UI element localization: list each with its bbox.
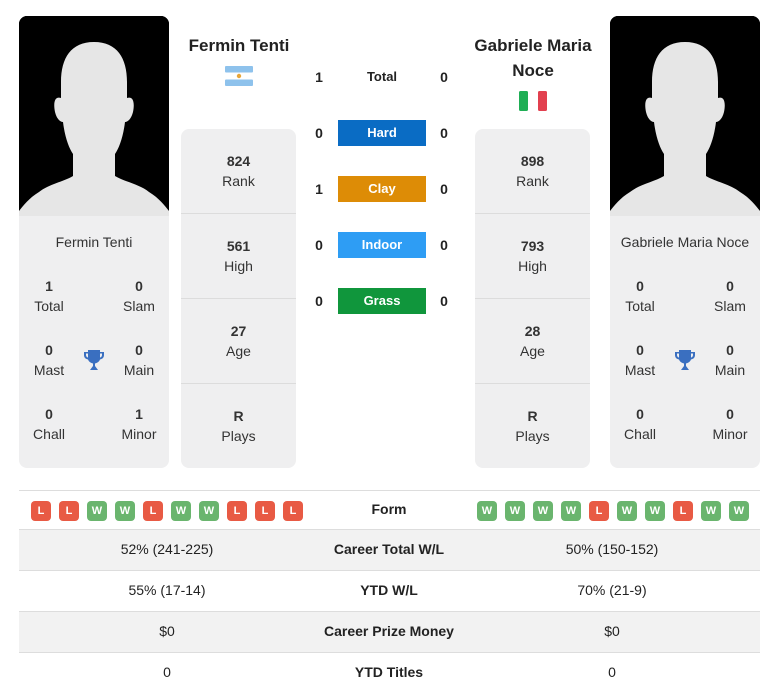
form-badge-loss: L xyxy=(255,501,275,521)
player1-stats-box: 824 Rank 561 High 27 Age R Plays xyxy=(181,129,296,468)
form-badge-win: W xyxy=(561,501,581,521)
p2-value: 50% (150-152) xyxy=(565,541,659,557)
h2h-total-row: 1 Total 0 xyxy=(305,64,460,92)
h2h-grass-p2: 0 xyxy=(440,293,448,309)
h2h-clay-p2: 0 xyxy=(440,181,448,197)
player2-age: 28 Age xyxy=(475,299,590,384)
p2-value: 70% (21-9) xyxy=(577,582,647,598)
player2-titles-slam: 0 Slam xyxy=(714,278,746,314)
h2h-hard-p1: 0 xyxy=(315,125,323,141)
trophy-icon xyxy=(675,350,695,370)
player2-titles-total: 0 Total xyxy=(625,278,655,314)
player1-titles-total: 1 Total xyxy=(34,278,64,314)
h2h-total-label: Total xyxy=(366,69,398,84)
form-badge-win: W xyxy=(533,501,553,521)
form-badge-win: W xyxy=(477,501,497,521)
h2h-grass-p1: 0 xyxy=(315,293,323,309)
player2-titles-card: Gabriele Maria Noce 0 Total 0 Slam 0 Mast 0… xyxy=(610,216,760,468)
comparison-row-ytd-titles: 0 YTD Titles 0 xyxy=(19,653,760,694)
h2h-grass-row: 0 Grass 0 xyxy=(305,288,460,316)
h2h-indoor-row: 0 Indoor 0 xyxy=(305,232,460,260)
p1-value: 55% (17-14) xyxy=(128,582,206,598)
player1-photo xyxy=(19,16,169,216)
p1-value: 0 xyxy=(163,664,171,680)
form-badge-loss: L xyxy=(589,501,609,521)
italy-flag-icon xyxy=(519,91,547,111)
player1-name[interactable]: Fermin Tenti xyxy=(170,33,308,58)
form-row: L L W W L W W L L L Form W W W W L W W L… xyxy=(19,490,760,530)
player1-titles-minor: 1 Minor xyxy=(121,406,157,442)
form-badge-loss: L xyxy=(283,501,303,521)
player2-photo xyxy=(610,16,760,216)
player2-titles-main: 0 Main xyxy=(714,342,746,378)
surface-grass-badge[interactable]: Grass xyxy=(338,288,426,314)
p2-value: 0 xyxy=(608,664,616,680)
player1-form: L L W W L W W L L L xyxy=(31,501,303,521)
h2h-total-p1: 1 xyxy=(315,69,323,85)
form-badge-loss: L xyxy=(227,501,247,521)
player2-titles-minor: 0 Minor xyxy=(712,406,748,442)
form-badge-loss: L xyxy=(143,501,163,521)
form-badge-loss: L xyxy=(59,501,79,521)
h2h-hard-p2: 0 xyxy=(440,125,448,141)
row-label: Career Total W/L xyxy=(333,541,445,557)
form-badge-win: W xyxy=(617,501,637,521)
h2h-total-p2: 0 xyxy=(440,69,448,85)
player1-titles-chall: 0 Chall xyxy=(33,406,65,442)
surface-indoor-badge[interactable]: Indoor xyxy=(338,232,426,258)
h2h-indoor-p2: 0 xyxy=(440,237,448,253)
surface-clay-badge[interactable]: Clay xyxy=(338,176,426,202)
form-badge-win: W xyxy=(729,501,749,521)
player1-titles-mast: 0 Mast xyxy=(33,342,65,378)
row-label: YTD Titles xyxy=(354,664,424,680)
form-badge-win: W xyxy=(701,501,721,521)
silhouette-icon xyxy=(19,16,169,216)
trophy-icon xyxy=(84,350,104,370)
argentina-flag-icon xyxy=(225,66,253,86)
player2-titles-chall: 0 Chall xyxy=(624,406,656,442)
form-badge-win: W xyxy=(199,501,219,521)
form-badge-loss: L xyxy=(31,501,51,521)
h2h-clay-p1: 1 xyxy=(315,181,323,197)
player1-titles-slam: 0 Slam xyxy=(123,278,155,314)
player2-plays: R Plays xyxy=(515,408,550,444)
h2h-hard-row: 0 Hard 0 xyxy=(305,120,460,148)
p1-value: $0 xyxy=(159,623,175,639)
row-label: Career Prize Money xyxy=(324,623,454,639)
player2-titles-mast: 0 Mast xyxy=(624,342,656,378)
player1-age: 27 Age xyxy=(181,299,296,384)
p2-value: $0 xyxy=(604,623,620,639)
form-badge-win: W xyxy=(115,501,135,521)
comparison-row-career-wl: 52% (241-225) Career Total W/L 50% (150-… xyxy=(19,530,760,571)
form-badge-win: W xyxy=(505,501,525,521)
player1-titles-card: Fermin Tenti 1 Total 0 Slam 0 Mast 0 Main 0C… xyxy=(19,216,169,468)
player2-name[interactable]: Gabriele Maria Noce xyxy=(462,33,604,83)
player2-high: 793 High xyxy=(475,214,590,299)
player1-plays: R Plays xyxy=(221,408,256,444)
row-label: YTD W/L xyxy=(360,582,418,598)
h2h-clay-row: 1 Clay 0 xyxy=(305,176,460,204)
h2h-indoor-p1: 0 xyxy=(315,237,323,253)
player2-form: W W W W L W W L W W xyxy=(477,501,749,521)
form-badge-win: W xyxy=(87,501,107,521)
player1-high: 561 High xyxy=(181,214,296,299)
comparison-row-ytd-wl: 55% (17-14) YTD W/L 70% (21-9) xyxy=(19,571,760,612)
form-badge-win: W xyxy=(171,501,191,521)
comparison-row-prize-money: $0 Career Prize Money $0 xyxy=(19,612,760,653)
form-badge-win: W xyxy=(645,501,665,521)
p1-value: 52% (241-225) xyxy=(120,541,214,557)
player1-card-name: Fermin Tenti xyxy=(55,234,133,250)
silhouette-icon xyxy=(610,16,760,216)
player2-stats-box: 898 Rank 793 High 28 Age R Plays xyxy=(475,129,590,468)
player2-card-name: Gabriele Maria Noce xyxy=(620,234,750,250)
player1-titles-main: 0 Main xyxy=(123,342,155,378)
player2-rank: 898 Rank xyxy=(475,129,590,214)
player1-rank: 824 Rank xyxy=(181,129,296,214)
form-label: Form xyxy=(371,501,407,517)
surface-hard-badge[interactable]: Hard xyxy=(338,120,426,146)
form-badge-loss: L xyxy=(673,501,693,521)
